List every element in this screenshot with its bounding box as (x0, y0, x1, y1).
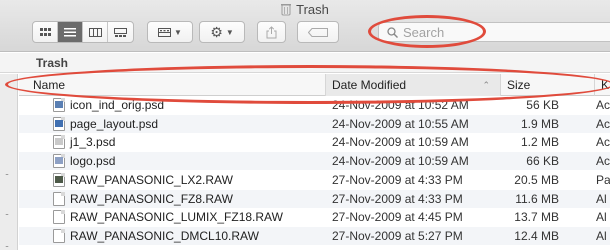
file-kind: Ac (596, 154, 610, 169)
column-view-button[interactable] (83, 22, 108, 42)
column-header-row: Name Date Modified ⌃ Size K (19, 74, 610, 96)
file-size: 56 KB (526, 98, 559, 112)
view-mode-segmented-control (32, 21, 134, 43)
document-icon (53, 210, 65, 225)
window-title-label: Trash (296, 1, 329, 17)
file-name-cell: logo.psd (53, 152, 323, 170)
group-by-button[interactable]: ▼ (147, 21, 193, 43)
psd-file-icon (53, 135, 65, 150)
psd-file-icon (53, 154, 65, 169)
file-size: 11.6 MB (515, 191, 559, 206)
list-view-button[interactable] (58, 22, 83, 42)
file-row[interactable]: RAW_PANASONIC_LUMIX_FZ18.RAW 27-Nov-2009 … (19, 208, 610, 226)
document-icon (53, 228, 65, 243)
file-kind: Al (596, 191, 607, 206)
file-date-modified: 24-Nov-2009 at 10:52 AM (332, 98, 469, 112)
search-input[interactable] (403, 24, 573, 40)
file-row[interactable]: page_layout.psd 24-Nov-2009 at 10:55 AM 1.… (19, 114, 610, 133)
file-name-cell: RAW_PANASONIC_LUMIX_FZ18.RAW (53, 208, 323, 226)
file-name: RAW_PANASONIC_FZ8.RAW (70, 191, 233, 206)
file-name: icon_ind_orig.psd (70, 98, 165, 112)
file-name: RAW_PANASONIC_LX2.RAW (70, 172, 233, 187)
columns-icon (88, 27, 102, 37)
group-grid-icon (158, 27, 172, 37)
raw-image-icon (53, 172, 65, 187)
file-size: 12.4 MB (514, 228, 559, 243)
tag-icon (308, 27, 328, 37)
file-name: page_layout.psd (70, 116, 159, 131)
file-kind: Pa (596, 172, 610, 187)
file-date-modified: 27-Nov-2009 at 5:27 PM (332, 228, 463, 243)
file-row[interactable]: logo.psd 24-Nov-2009 at 10:59 AM 66 KB Ac (19, 152, 610, 171)
file-size: 13.7 MB (514, 210, 559, 225)
file-date-modified: 27-Nov-2009 at 4:33 PM (332, 172, 463, 187)
chevron-down-icon: ▼ (174, 27, 182, 37)
file-kind: Al (596, 228, 607, 243)
file-size: 66 KB (526, 154, 559, 169)
file-date-modified: 24-Nov-2009 at 10:55 AM (332, 116, 469, 131)
file-row[interactable]: RAW_PANASONIC_FZ8.RAW 27-Nov-2009 at 4:33… (19, 189, 610, 208)
column-header-size[interactable]: Size (500, 74, 594, 96)
share-icon (266, 25, 277, 38)
column-header-size-label: Size (507, 78, 531, 92)
tags-button[interactable] (297, 21, 339, 43)
file-name-cell: j1_3.psd (53, 133, 323, 151)
file-size: 20.5 MB (514, 172, 559, 187)
list-lines-icon (64, 27, 76, 36)
file-name: logo.psd (70, 154, 116, 169)
trash-icon (281, 3, 292, 15)
document-icon (53, 191, 65, 206)
file-size: 1.9 MB (520, 116, 559, 131)
file-row[interactable]: icon_ind_orig.psd 24-Nov-2009 at 10:52 AM… (19, 96, 610, 114)
file-date-modified: 24-Nov-2009 at 10:59 AM (332, 154, 469, 169)
icon-view-button[interactable] (33, 22, 58, 42)
column-header-name-label: Name (33, 78, 66, 92)
toolbar: Trash ▼ ⚙ ▼ Search (0, 0, 610, 52)
file-kind: Ac (596, 116, 610, 131)
search-field[interactable] (378, 22, 610, 42)
chevron-down-icon: ▼ (225, 27, 234, 37)
file-name: RAW_PANASONIC_DMCL10.RAW (70, 228, 259, 243)
share-button[interactable] (257, 21, 286, 43)
icon-grid-icon (39, 27, 51, 36)
file-date-modified: 24-Nov-2009 at 10:59 AM (332, 135, 469, 150)
psd-file-icon (53, 116, 65, 131)
psd-file-icon (53, 98, 65, 112)
column-header-date-label: Date Modified (332, 78, 407, 92)
column-header-name[interactable]: Name (27, 74, 335, 96)
sort-ascending-icon: ⌃ (482, 79, 490, 90)
file-name-cell: icon_ind_orig.psd (53, 96, 323, 114)
window-title: Trash (0, 0, 610, 18)
file-date-modified: 27-Nov-2009 at 4:33 PM (332, 191, 463, 206)
sidebar-ellipsis: .. (5, 207, 9, 217)
file-name-cell: page_layout.psd (53, 115, 323, 133)
gear-icon: ⚙ (210, 24, 223, 40)
file-kind: Al (596, 210, 607, 225)
gallery-icon (114, 27, 127, 37)
file-name-cell: RAW_PANASONIC_LX2.RAW (53, 171, 323, 189)
file-name-cell: RAW_PANASONIC_FZ8.RAW (53, 190, 323, 208)
file-list: Name Date Modified ⌃ Size K icon_ind_ori… (19, 74, 610, 250)
file-name: j1_3.psd (70, 135, 116, 150)
column-header-kind[interactable]: K (594, 74, 610, 96)
file-row[interactable]: RAW_PANASONIC_LX2.RAW 27-Nov-2009 at 4:33… (19, 171, 610, 189)
file-name-cell: RAW_PANASONIC_DMCL10.RAW (53, 227, 323, 245)
file-name: RAW_PANASONIC_LUMIX_FZ18.RAW (70, 210, 283, 225)
file-kind: Ac (596, 135, 610, 150)
sidebar-ellipsis: .. (5, 167, 9, 177)
column-header-date-modified[interactable]: Date Modified ⌃ (325, 74, 500, 96)
path-bar: Trash (0, 53, 610, 73)
file-row[interactable]: j1_3.psd 24-Nov-2009 at 10:59 AM 1.2 MB Ac (19, 133, 610, 151)
column-header-kind-label: K (601, 78, 610, 92)
file-row[interactable]: RAW_PANASONIC_DMCL10.RAW 27-Nov-2009 at 5… (19, 226, 610, 245)
path-bar-label: Trash (36, 55, 69, 70)
action-menu-button[interactable]: ⚙ ▼ (199, 21, 245, 43)
file-size: 1.2 MB (520, 135, 559, 150)
file-kind: Ac (596, 98, 610, 112)
gallery-view-button[interactable] (108, 22, 133, 42)
sidebar: .. .. .. (0, 74, 18, 250)
sidebar-ellipsis: .. (5, 239, 9, 249)
file-date-modified: 27-Nov-2009 at 4:45 PM (332, 210, 463, 225)
search-icon (387, 26, 398, 38)
